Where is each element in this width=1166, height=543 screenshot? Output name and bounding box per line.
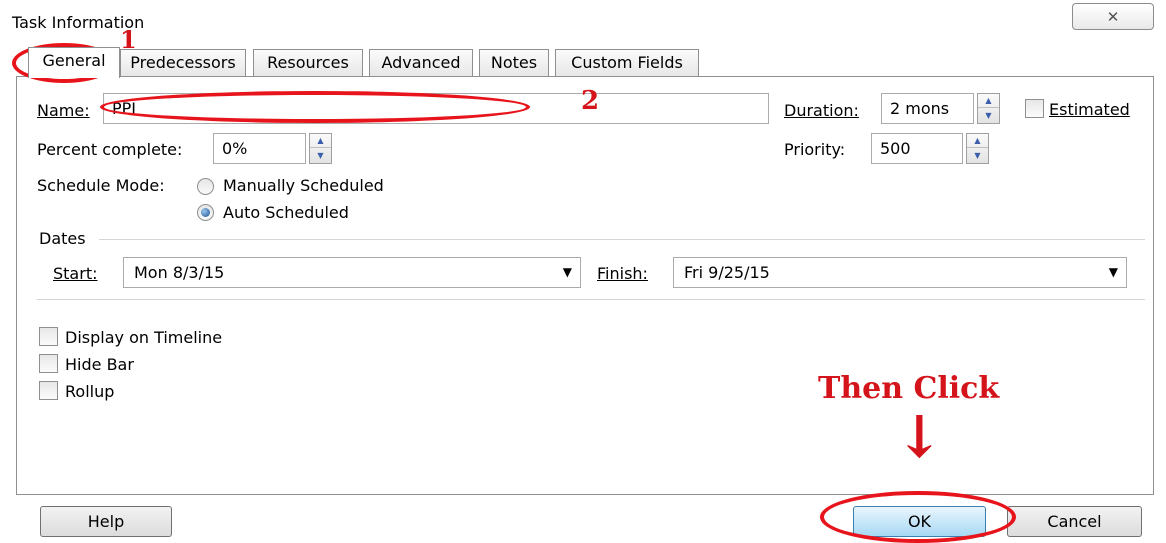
section-divider — [37, 299, 1145, 300]
radio-manually-scheduled[interactable] — [197, 178, 214, 195]
duration-field[interactable]: 2 mons — [881, 93, 974, 124]
start-date-value: Mon 8/3/15 — [134, 263, 225, 282]
display-on-timeline-checkbox[interactable] — [39, 327, 58, 346]
radio-auto-scheduled[interactable] — [197, 204, 214, 221]
spin-up-icon[interactable]: ▲ — [967, 134, 988, 148]
annotation-arrow-icon: ↓ — [895, 403, 944, 471]
percent-spinner[interactable]: ▲ ▼ — [309, 133, 332, 164]
close-button[interactable]: ✕ — [1072, 3, 1154, 30]
help-button[interactable]: Help — [40, 506, 172, 537]
spin-up-icon[interactable]: ▲ — [978, 94, 999, 108]
estimated-checkbox[interactable] — [1025, 99, 1044, 118]
hide-bar-label: Hide Bar — [65, 355, 134, 374]
dates-label: Dates — [39, 229, 86, 248]
start-date-dropdown[interactable]: Mon 8/3/15 ▼ — [123, 257, 581, 288]
schedule-mode-label: Schedule Mode: — [37, 176, 165, 195]
chevron-down-icon[interactable]: ▼ — [1109, 258, 1118, 287]
spin-down-icon[interactable]: ▼ — [310, 148, 331, 162]
auto-scheduled-label: Auto Scheduled — [223, 203, 349, 222]
finish-date-dropdown[interactable]: Fri 9/25/15 ▼ — [673, 257, 1127, 288]
display-on-timeline-label: Display on Timeline — [65, 328, 223, 347]
spin-down-icon[interactable]: ▼ — [978, 108, 999, 122]
estimated-label: Estimated — [1049, 100, 1130, 119]
chevron-down-icon[interactable]: ▼ — [563, 258, 572, 287]
spin-down-icon[interactable]: ▼ — [967, 148, 988, 162]
cancel-button[interactable]: Cancel — [1007, 506, 1142, 537]
priority-spinner[interactable]: ▲ ▼ — [966, 133, 989, 164]
tab-notes[interactable]: Notes — [479, 49, 549, 77]
rollup-label: Rollup — [65, 382, 115, 401]
radio-selected-dot — [201, 208, 210, 217]
spin-up-icon[interactable]: ▲ — [310, 134, 331, 148]
annotation-step-1: 1 — [120, 25, 137, 54]
duration-label: Duration: — [784, 101, 859, 120]
priority-label: Priority: — [784, 140, 846, 159]
priority-field[interactable]: 500 — [871, 133, 963, 164]
tab-custom-fields[interactable]: Custom Fields — [555, 49, 699, 77]
tab-general[interactable]: General — [28, 47, 120, 78]
annotation-ring-name-field — [100, 91, 530, 123]
annotation-ring-ok-button — [820, 491, 1016, 543]
finish-label: Finish: — [597, 264, 648, 283]
general-panel: Name: PPI Duration: 2 mons ▲ ▼ Estimated… — [16, 76, 1154, 495]
tab-predecessors[interactable]: Predecessors — [120, 49, 246, 77]
dates-divider — [99, 239, 1145, 240]
tab-resources[interactable]: Resources — [253, 49, 363, 77]
hide-bar-checkbox[interactable] — [39, 354, 58, 373]
duration-spinner[interactable]: ▲ ▼ — [977, 93, 1000, 124]
start-label: Start: — [53, 264, 98, 283]
tab-advanced[interactable]: Advanced — [369, 49, 473, 77]
name-label: Name: — [37, 101, 90, 120]
close-icon: ✕ — [1106, 7, 1120, 26]
manually-scheduled-label: Manually Scheduled — [223, 176, 384, 195]
percent-complete-label: Percent complete: — [37, 140, 183, 159]
rollup-checkbox[interactable] — [39, 381, 58, 400]
annotation-step-2: 2 — [581, 86, 600, 116]
annotation-then-click: Then Click — [818, 371, 1000, 406]
percent-complete-field[interactable]: 0% — [213, 133, 306, 164]
finish-date-value: Fri 9/25/15 — [684, 263, 770, 282]
